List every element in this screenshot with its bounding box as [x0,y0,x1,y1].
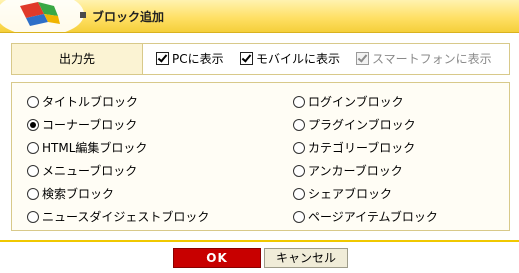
mobile-display-checkbox[interactable] [240,52,253,65]
radio-button[interactable] [293,119,305,131]
block-type-radio-login[interactable]: ログインブロック [293,94,404,110]
smartphone-display-label: スマートフォンに表示 [372,52,492,66]
radio-button[interactable] [27,165,39,177]
block-type-radio-share[interactable]: シェアブロック [293,186,392,202]
title-bullet-icon [80,12,86,18]
block-type-label: タイトルブロック [42,95,139,109]
radio-button[interactable] [293,211,305,223]
block-type-radio-anchor[interactable]: アンカーブロック [293,163,403,179]
pc-display-checkbox[interactable] [156,52,169,65]
radio-button[interactable] [27,96,39,108]
block-type-radio-news-digest[interactable]: ニュースダイジェストブロック [27,209,209,225]
radio-button[interactable] [27,119,39,131]
pc-display-option[interactable]: PCに表示 [156,52,224,66]
smartphone-display-option: スマートフォンに表示 [356,52,492,66]
block-type-label: メニューブロック [42,164,138,178]
radio-button[interactable] [293,165,305,177]
block-type-radio-category[interactable]: カテゴリーブロック [293,140,415,156]
mobile-display-option[interactable]: モバイルに表示 [240,52,340,66]
mobile-display-label: モバイルに表示 [256,52,341,66]
block-type-label: ニュースダイジェストブロック [42,210,210,224]
radio-button[interactable] [293,142,305,154]
block-type-label: 検索ブロック [42,187,115,201]
cancel-button[interactable]: キャンセル [264,248,348,268]
smartphone-display-checkbox [356,52,369,65]
output-target-label: 出力先 [12,44,143,74]
block-type-label: アンカーブロック [308,164,403,178]
dialog-titlebar: ブロック追加 [0,0,519,33]
block-type-label: ページアイテムブロック [308,210,438,224]
radio-button[interactable] [293,96,305,108]
block-type-label: カテゴリーブロック [308,141,416,155]
dialog-title: ブロック追加 [92,10,165,24]
radio-button[interactable] [27,211,39,223]
block-type-label: シェアブロック [308,187,393,201]
radio-button[interactable] [27,142,39,154]
dialog-logo-icon [0,0,84,32]
block-type-radio-corner[interactable]: コーナーブロック [27,117,137,133]
block-type-label: HTML編集ブロック [42,141,148,155]
footer-divider [0,240,519,242]
ok-button[interactable]: OK [173,248,261,268]
block-type-label: コーナーブロック [42,118,138,132]
radio-button[interactable] [27,188,39,200]
block-type-label: プラグインブロック [308,118,416,132]
output-target-row: 出力先 PCに表示 モバイルに表示 スマートフォンに表示 [11,43,510,75]
block-type-radio-html[interactable]: HTML編集ブロック [27,140,147,156]
block-type-radio-search[interactable]: 検索ブロック [27,186,114,202]
block-type-radio-page-item[interactable]: ページアイテムブロック [293,209,438,225]
block-type-label: ログインブロック [308,95,404,109]
block-type-radio-plugin[interactable]: プラグインブロック [293,117,416,133]
block-type-group: タイトルブロック コーナーブロック HTML編集ブロック メニューブロック 検索… [11,82,510,231]
radio-button[interactable] [293,188,305,200]
block-type-radio-menu[interactable]: メニューブロック [27,163,137,179]
pc-display-label: PCに表示 [172,52,224,66]
block-type-radio-title[interactable]: タイトルブロック [27,94,138,110]
